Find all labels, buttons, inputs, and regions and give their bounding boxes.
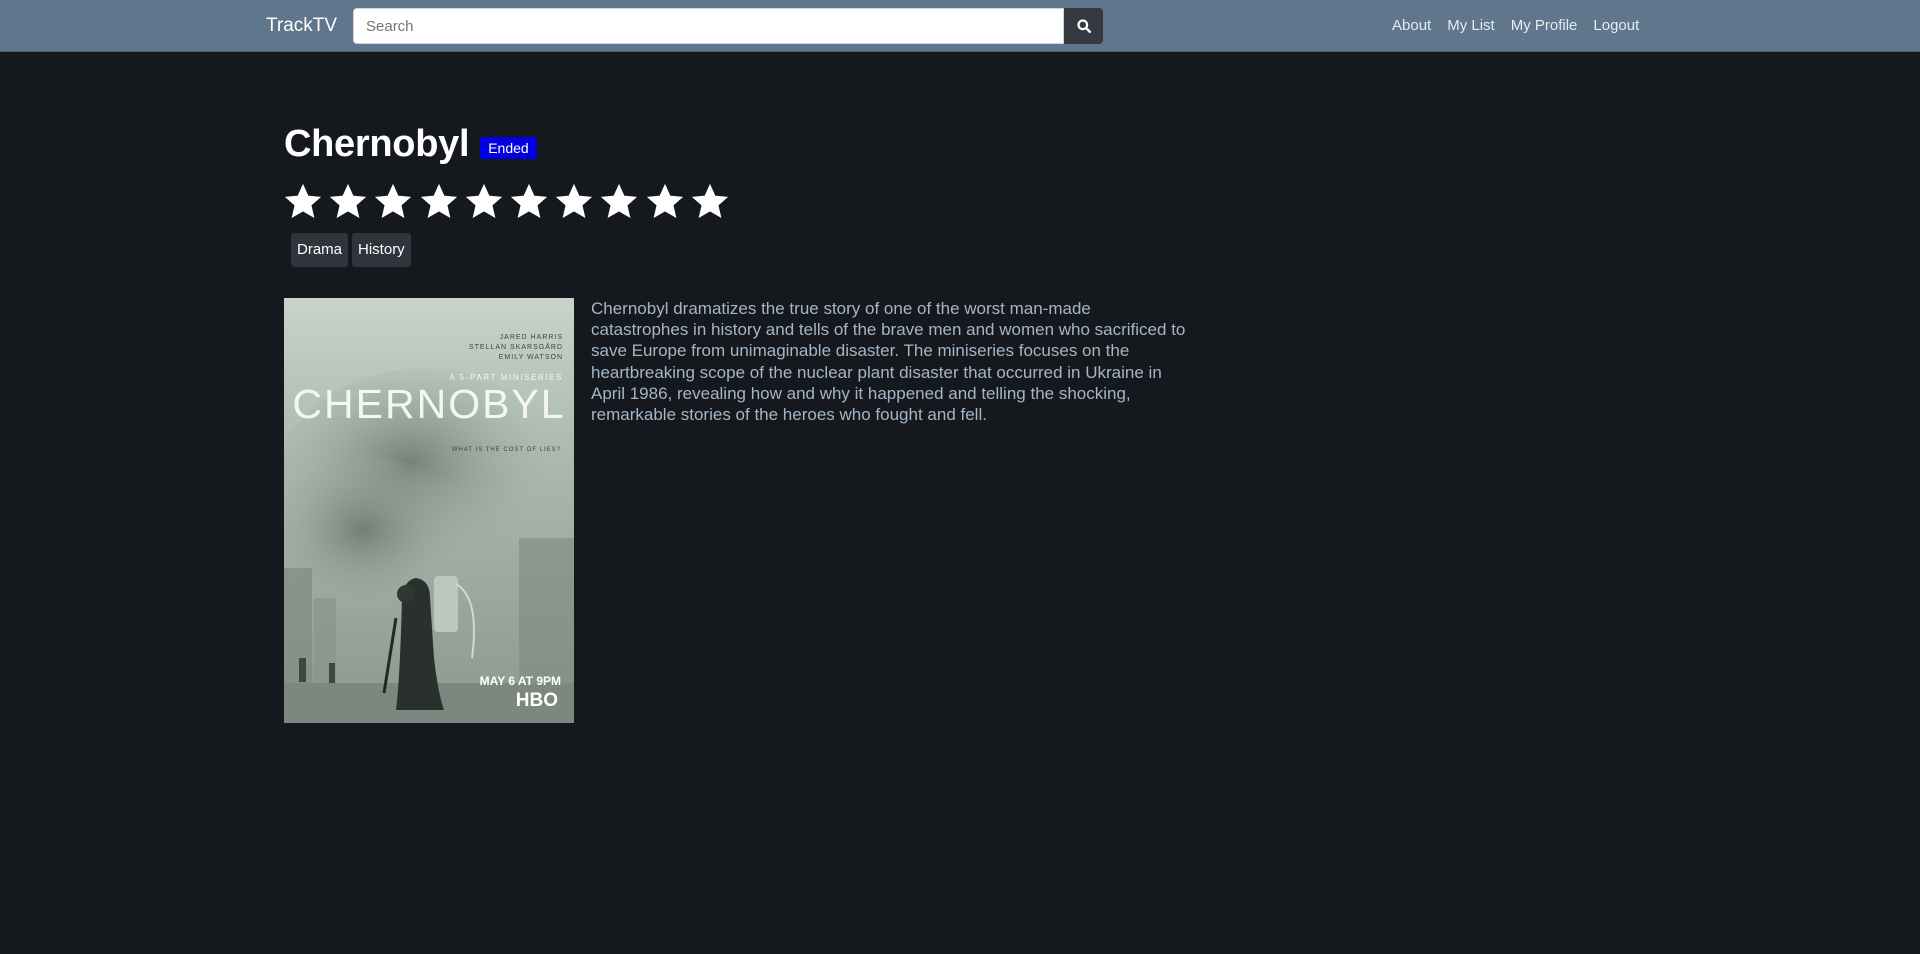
star-rating bbox=[284, 183, 736, 221]
poster-tagline: WHAT IS THE COST OF LIES? bbox=[452, 447, 561, 453]
show-title: Chernobyl bbox=[284, 123, 470, 165]
star-icon[interactable] bbox=[374, 183, 412, 221]
show-poster: JARED HARRIS STELLAN SKARSGÅRD EMILY WAT… bbox=[284, 298, 574, 723]
star-icon[interactable] bbox=[284, 183, 322, 221]
genre-tag-history: History bbox=[352, 233, 411, 267]
star-icon[interactable] bbox=[555, 183, 593, 221]
genre-tag-drama: Drama bbox=[291, 233, 349, 267]
show-description: Chernobyl dramatizes the true story of o… bbox=[591, 299, 1186, 425]
search-button[interactable] bbox=[1064, 8, 1103, 44]
nav-link-my-profile[interactable]: My Profile bbox=[1511, 13, 1578, 39]
brand-logo-link[interactable]: TrackTV bbox=[266, 13, 337, 39]
status-badge: Ended bbox=[480, 137, 537, 159]
genre-tags: Drama History bbox=[291, 233, 415, 267]
poster-date: MAY 6 AT 9PM bbox=[480, 674, 561, 688]
poster-cast-1: JARED HARRIS bbox=[500, 334, 563, 341]
navbar: TrackTV About My List My Profile Logout bbox=[0, 0, 1920, 52]
poster-title: CHERNOBYL bbox=[292, 381, 565, 427]
nav-link-about[interactable]: About bbox=[1392, 13, 1431, 39]
poster-image: JARED HARRIS STELLAN SKARSGÅRD EMILY WAT… bbox=[284, 298, 574, 723]
star-icon[interactable] bbox=[510, 183, 548, 221]
poster-cast-3: EMILY WATSON bbox=[499, 354, 563, 361]
nav-links: About My List My Profile Logout bbox=[1392, 13, 1639, 39]
poster-cast-2: STELLAN SKARSGÅRD bbox=[469, 342, 563, 351]
nav-link-logout[interactable]: Logout bbox=[1593, 13, 1639, 39]
nav-link-my-list[interactable]: My List bbox=[1447, 13, 1495, 39]
star-icon[interactable] bbox=[600, 183, 638, 221]
title-row: Chernobyl Ended bbox=[284, 118, 537, 170]
star-icon[interactable] bbox=[646, 183, 684, 221]
star-icon[interactable] bbox=[465, 183, 503, 221]
poster-network-logo: HBO bbox=[516, 690, 558, 711]
search-icon bbox=[1076, 19, 1091, 33]
star-icon[interactable] bbox=[420, 183, 458, 221]
star-icon[interactable] bbox=[329, 183, 367, 221]
search-input[interactable] bbox=[353, 8, 1064, 44]
star-icon[interactable] bbox=[691, 183, 729, 221]
